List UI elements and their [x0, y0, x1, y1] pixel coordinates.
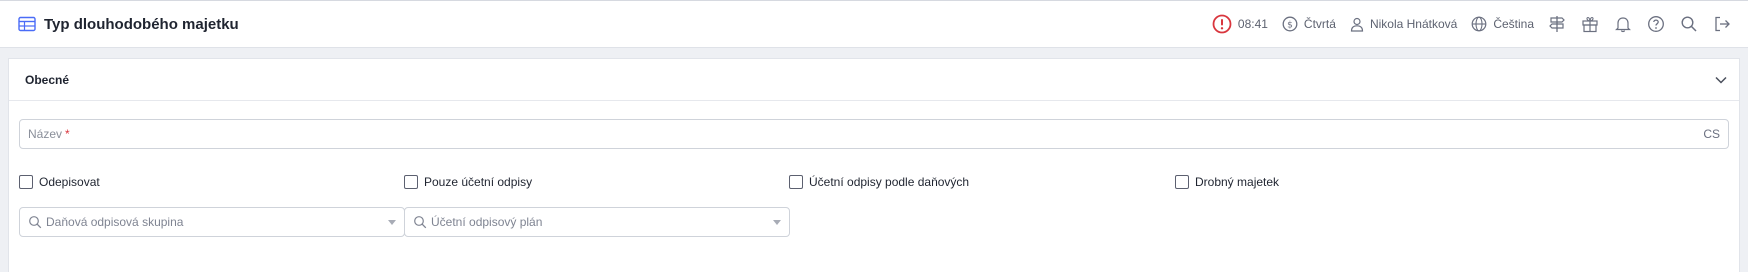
top-bar: Typ dlouhodobého majetku 08:41 $ Čtvrtá … [0, 0, 1748, 48]
user-menu[interactable]: Nikola Hnátková [1350, 17, 1457, 32]
section-header-general[interactable]: Obecné [9, 59, 1739, 101]
section-title: Obecné [25, 72, 70, 87]
header-right: 08:41 $ Čtvrtá Nikola Hnátková Čeština [1198, 1, 1748, 47]
language-code[interactable]: CS [1703, 127, 1720, 141]
user-name: Nikola Hnátková [1369, 17, 1458, 31]
alert-icon [1212, 14, 1232, 34]
gift-icon[interactable] [1580, 14, 1600, 34]
tax-depreciation-group-select[interactable]: Daňová odpisová skupina [19, 207, 405, 237]
select-placeholder: Účetní odpisový plán [431, 215, 543, 229]
search-icon [413, 215, 427, 229]
page-title: Typ dlouhodobého majetku [44, 15, 239, 33]
checkbox-label: Účetní odpisy podle daňových [809, 175, 970, 189]
session-timer[interactable]: 08:41 [1212, 14, 1268, 34]
globe-icon [1471, 16, 1487, 32]
language-label: Čeština [1493, 17, 1534, 31]
title-area: Typ dlouhodobého majetku [18, 16, 239, 33]
signpost-icon[interactable] [1547, 14, 1567, 34]
checkbox-label: Pouze účetní odpisy [424, 175, 533, 189]
checkbox-depreciate[interactable]: Odepisovat [19, 175, 100, 189]
checkbox-label: Odepisovat [39, 175, 100, 189]
currency-selector[interactable]: $ Čtvrtá [1282, 16, 1336, 32]
currency-label: Čtvrtá [1303, 17, 1336, 31]
checkbox-accounting-by-tax[interactable]: Účetní odpisy podle daňových [789, 175, 969, 189]
required-mark: * [65, 127, 70, 141]
language-selector[interactable]: Čeština [1471, 16, 1534, 32]
search-icon [28, 215, 42, 229]
logout-icon[interactable] [1712, 14, 1732, 34]
dollar-coin-icon: $ [1282, 16, 1298, 32]
caret-down-icon[interactable] [388, 219, 396, 225]
checkbox-box[interactable] [789, 175, 803, 189]
table-icon [18, 16, 36, 32]
form-card: Obecné Název * CS Odepisovat Pouze účetní… [8, 58, 1740, 272]
user-icon [1350, 17, 1364, 32]
checkbox-box[interactable] [1175, 175, 1189, 189]
svg-text:$: $ [1287, 21, 1293, 31]
checkbox-label: Drobný majetek [1195, 175, 1280, 189]
name-field[interactable]: Název * CS [19, 119, 1729, 149]
checkbox-box[interactable] [404, 175, 418, 189]
chevron-down-icon[interactable] [1715, 76, 1727, 84]
name-field-label: Název [28, 127, 63, 141]
session-time: 08:41 [1237, 17, 1268, 31]
checkbox-small-assets[interactable]: Drobný majetek [1175, 175, 1279, 189]
accounting-depreciation-plan-select[interactable]: Účetní odpisový plán [404, 207, 790, 237]
bell-icon[interactable] [1613, 14, 1633, 34]
select-placeholder: Daňová odpisová skupina [46, 215, 184, 229]
caret-down-icon[interactable] [773, 219, 781, 225]
checkbox-accounting-only[interactable]: Pouze účetní odpisy [404, 175, 532, 189]
help-icon[interactable] [1646, 14, 1666, 34]
checkbox-box[interactable] [19, 175, 33, 189]
search-icon[interactable] [1679, 14, 1699, 34]
